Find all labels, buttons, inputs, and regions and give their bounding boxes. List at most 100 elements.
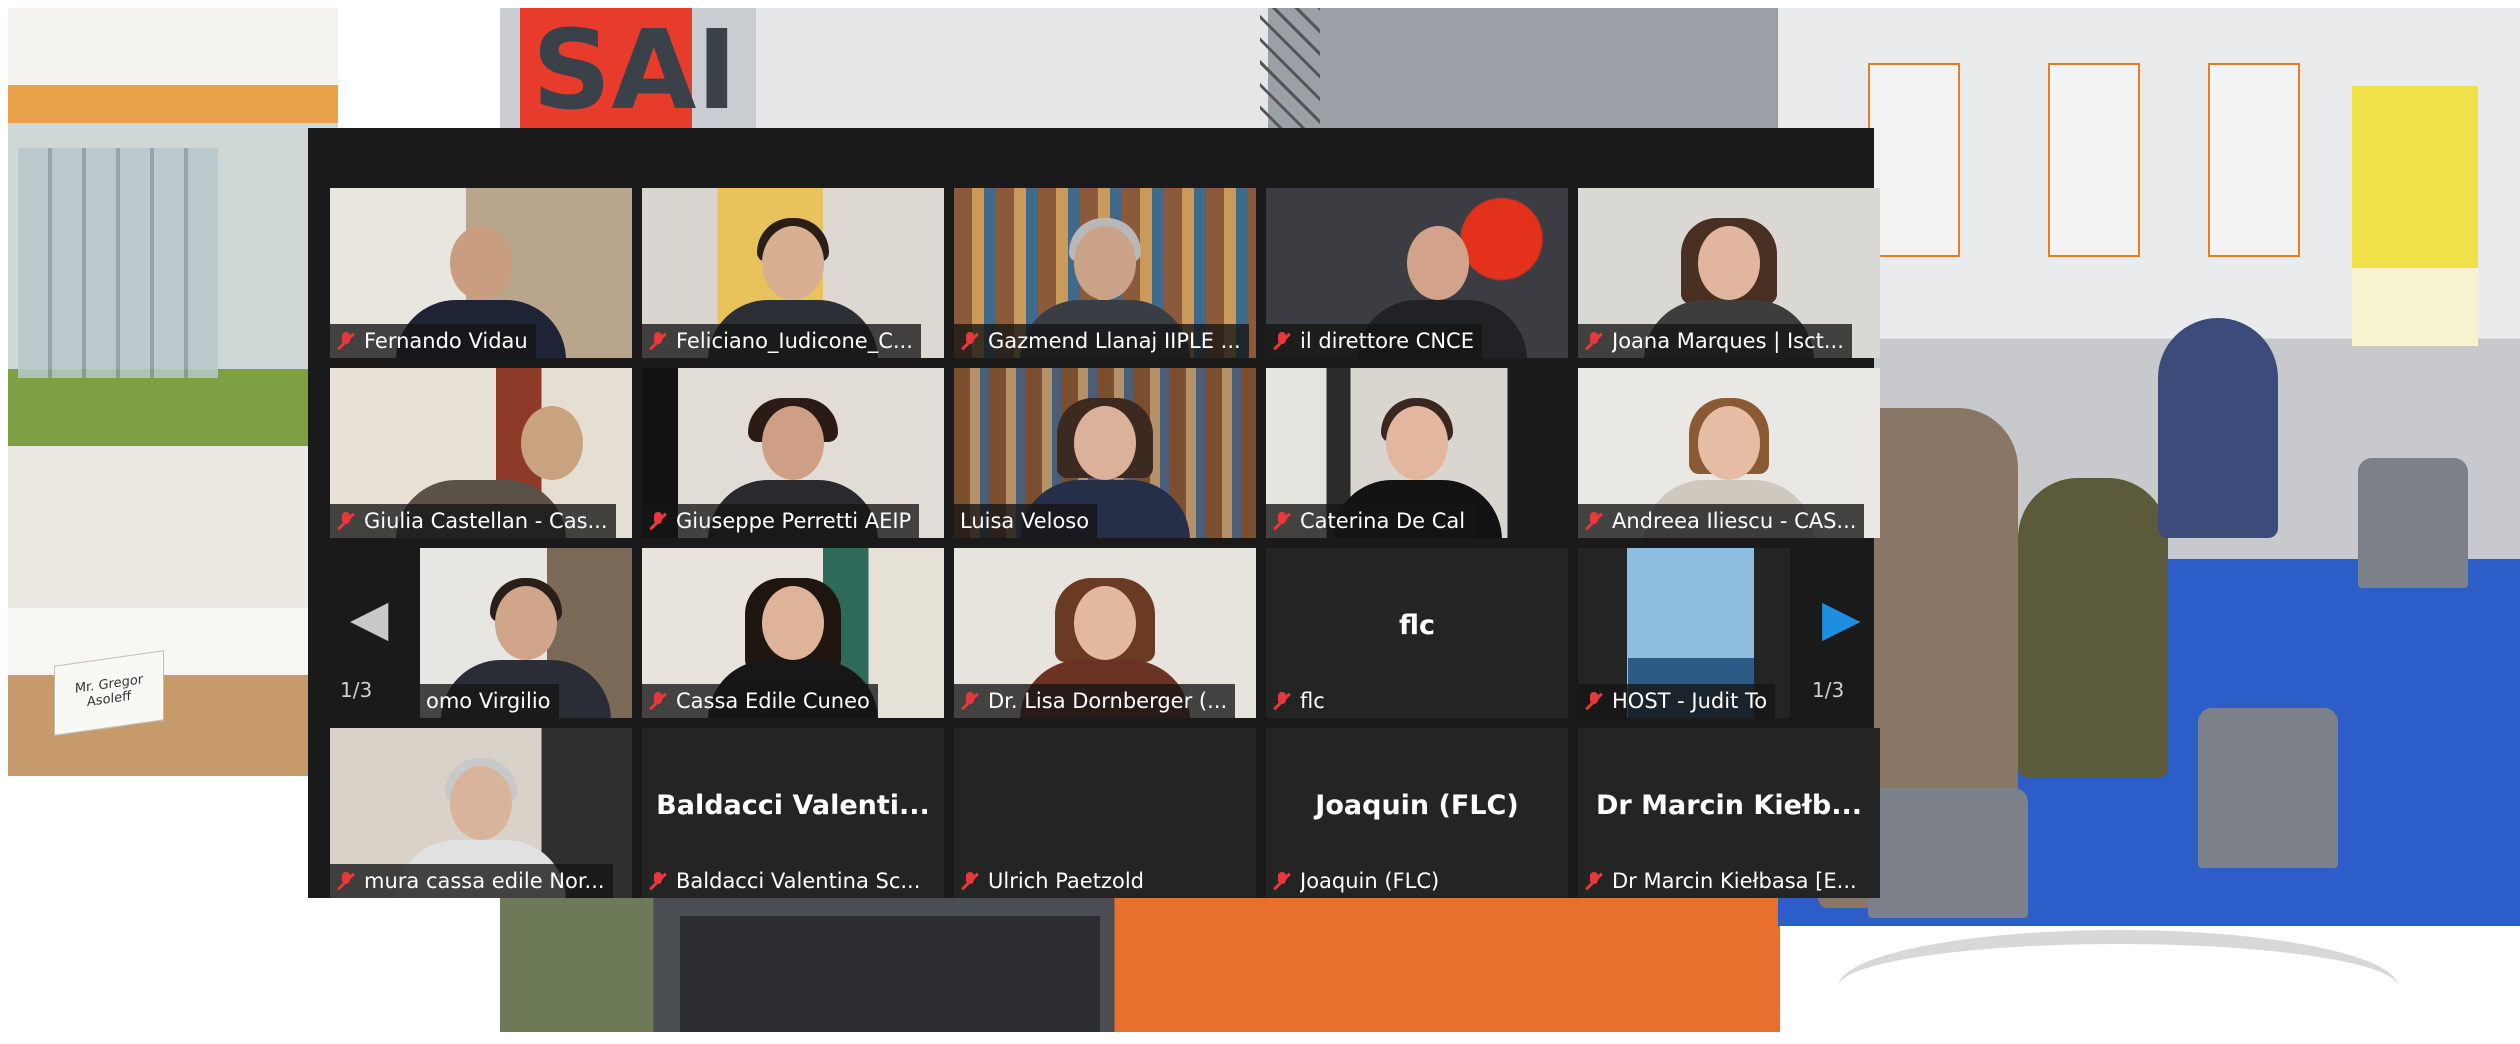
background-photo-meeting-room: Mr. Gregor Asoleff [8, 8, 338, 776]
participant-tile[interactable]: Joana Marques | Isct... [1578, 188, 1880, 358]
chevron-left-icon: ◀ [350, 589, 389, 647]
participant-tile[interactable]: Feliciano_Iudicone_C... [642, 188, 944, 358]
participant-face [450, 226, 512, 300]
participant-name: Gazmend Llanaj IIPLE ... [988, 329, 1241, 353]
muted-mic-icon [1272, 511, 1292, 531]
participant-face [450, 766, 512, 840]
audience-person [2158, 318, 2278, 538]
participant-tile[interactable]: Cassa Edile Cuneo [642, 548, 944, 718]
muted-mic-icon [960, 871, 980, 891]
participant-face [1386, 406, 1448, 480]
participant-name-tag: Dr Marcin Kiełbasa [E... [1578, 864, 1865, 898]
participant-name-tag: Andreea Iliescu - CAS... [1578, 504, 1865, 538]
banner [2352, 86, 2478, 346]
next-page-button[interactable]: ▶ 1/3 [1808, 588, 1868, 708]
participant-name-tag: Feliciano_Iudicone_C... [642, 324, 921, 358]
muted-mic-icon [1272, 871, 1292, 891]
muted-mic-icon [1272, 691, 1292, 711]
chevron-right-icon: ▶ [1822, 589, 1861, 647]
participant-name-tag: Giulia Castellan - Cas... [330, 504, 616, 538]
participant-name: Joaquin (FLC) [1300, 869, 1440, 893]
participant-face [1074, 586, 1136, 660]
participant-face [762, 586, 824, 660]
participant-tile[interactable]: Andreea Iliescu - CAS... [1578, 368, 1880, 538]
participant-name: Andreea Iliescu - CAS... [1612, 509, 1857, 533]
previous-page-button[interactable]: ◀ 1/3 [336, 588, 396, 708]
chair [1868, 788, 2028, 918]
participant-tile[interactable]: Gazmend Llanaj IIPLE ... [954, 188, 1256, 358]
participant-face [1698, 406, 1760, 480]
participant-tile[interactable]: HOST - Judit To [1578, 548, 1790, 718]
participant-name: Giuseppe Perretti AEIP [676, 509, 912, 533]
participant-name-tag: Fernando Vidau [330, 324, 536, 358]
participant-face [762, 226, 824, 300]
ceiling-truss [1260, 8, 1320, 132]
poster [2208, 63, 2300, 257]
background-photo-conference-audience [1778, 8, 2520, 926]
participant-tile-no-video[interactable]: Baldacci Valenti... Baldacci Valentina S… [642, 728, 944, 898]
participant-display-name: Baldacci Valenti... [656, 790, 930, 821]
participant-tile-active-speaker[interactable]: Luisa Veloso [954, 368, 1256, 538]
participant-tile[interactable]: Fernando Vidau [330, 188, 632, 358]
chair [2198, 708, 2338, 868]
participant-name-tag: il direttore CNCE [1266, 324, 1482, 358]
participant-name: Cassa Edile Cuneo [676, 689, 870, 713]
participant-face [1074, 226, 1136, 300]
participant-name-tag: Baldacci Valentina Sc... [642, 864, 928, 898]
participant-name-tag: Gazmend Llanaj IIPLE ... [954, 324, 1249, 358]
participant-name: Dr Marcin Kiełbasa [E... [1612, 869, 1857, 893]
participant-name: flc [1300, 689, 1325, 713]
participant-tile[interactable]: Dr. Lisa Dornberger (... [954, 548, 1256, 718]
participant-tile-no-video[interactable]: flc flc [1266, 548, 1568, 718]
participant-name-tag: Joaquin (FLC) [1266, 864, 1447, 898]
background-photo-expo-hall: SAI [500, 8, 1780, 132]
participant-name-tag: Luisa Veloso [954, 504, 1098, 538]
participant-name: Caterina De Cal [1300, 509, 1466, 533]
participant-name: Luisa Veloso [960, 509, 1090, 533]
participant-tile[interactable]: Giulia Castellan - Cas... [330, 368, 632, 538]
audience-person [2018, 478, 2168, 778]
participant-face [1407, 226, 1469, 300]
chair [2358, 458, 2468, 588]
participant-name: mura cassa edile Nor... [364, 869, 605, 893]
muted-mic-icon [1584, 871, 1604, 891]
muted-mic-icon [648, 511, 668, 531]
window [18, 148, 218, 378]
participant-name-tag: Joana Marques | Isct... [1578, 324, 1852, 358]
page-indicator: 1/3 [1812, 678, 1845, 702]
participant-tile[interactable]: Caterina De Cal [1266, 368, 1568, 538]
participant-face [1074, 406, 1136, 480]
participant-name: Giulia Castellan - Cas... [364, 509, 608, 533]
muted-mic-icon [960, 331, 980, 351]
muted-mic-icon [648, 871, 668, 891]
muted-mic-icon [336, 871, 356, 891]
muted-mic-icon [648, 691, 668, 711]
participant-name-tag: omo Virgilio [420, 684, 559, 718]
participant-name: Feliciano_Iudicone_C... [676, 329, 913, 353]
background-photo-control-desk [500, 896, 1780, 1032]
participant-face [521, 406, 583, 480]
participant-tile-no-video[interactable]: Ulrich Paetzold [954, 728, 1256, 898]
muted-mic-icon [1584, 331, 1604, 351]
participant-tile-no-video[interactable]: Dr Marcin Kiełb... Dr Marcin Kiełbasa [E… [1578, 728, 1880, 898]
participant-tile[interactable]: omo Virgilio [420, 548, 632, 718]
logo-sign: SAI [520, 8, 737, 132]
participant-tile[interactable]: Giuseppe Perretti AEIP [642, 368, 944, 538]
participant-tile-no-video[interactable]: Joaquin (FLC) Joaquin (FLC) [1266, 728, 1568, 898]
participant-tile[interactable]: mura cassa edile Nor... [330, 728, 632, 898]
video-call-gallery: Fernando Vidau Feliciano_Iudicone_C... G… [308, 128, 1880, 898]
participant-name-tag: HOST - Judit To [1578, 684, 1776, 718]
participant-name: il direttore CNCE [1300, 329, 1474, 353]
participant-name-tag: Caterina De Cal [1266, 504, 1474, 538]
participant-name-tag: flc [1266, 684, 1333, 718]
muted-mic-icon [336, 511, 356, 531]
participant-display-name: Joaquin (FLC) [1315, 790, 1519, 821]
participant-face [1698, 226, 1760, 300]
participant-display-name: Dr Marcin Kiełb... [1595, 790, 1863, 821]
participant-name: Baldacci Valentina Sc... [676, 869, 921, 893]
participant-face [762, 406, 824, 480]
participant-name-tag: mura cassa edile Nor... [330, 864, 613, 898]
muted-mic-icon [1584, 691, 1604, 711]
participant-tile[interactable]: il direttore CNCE [1266, 188, 1568, 358]
watermark-swoosh [1838, 930, 2398, 1044]
